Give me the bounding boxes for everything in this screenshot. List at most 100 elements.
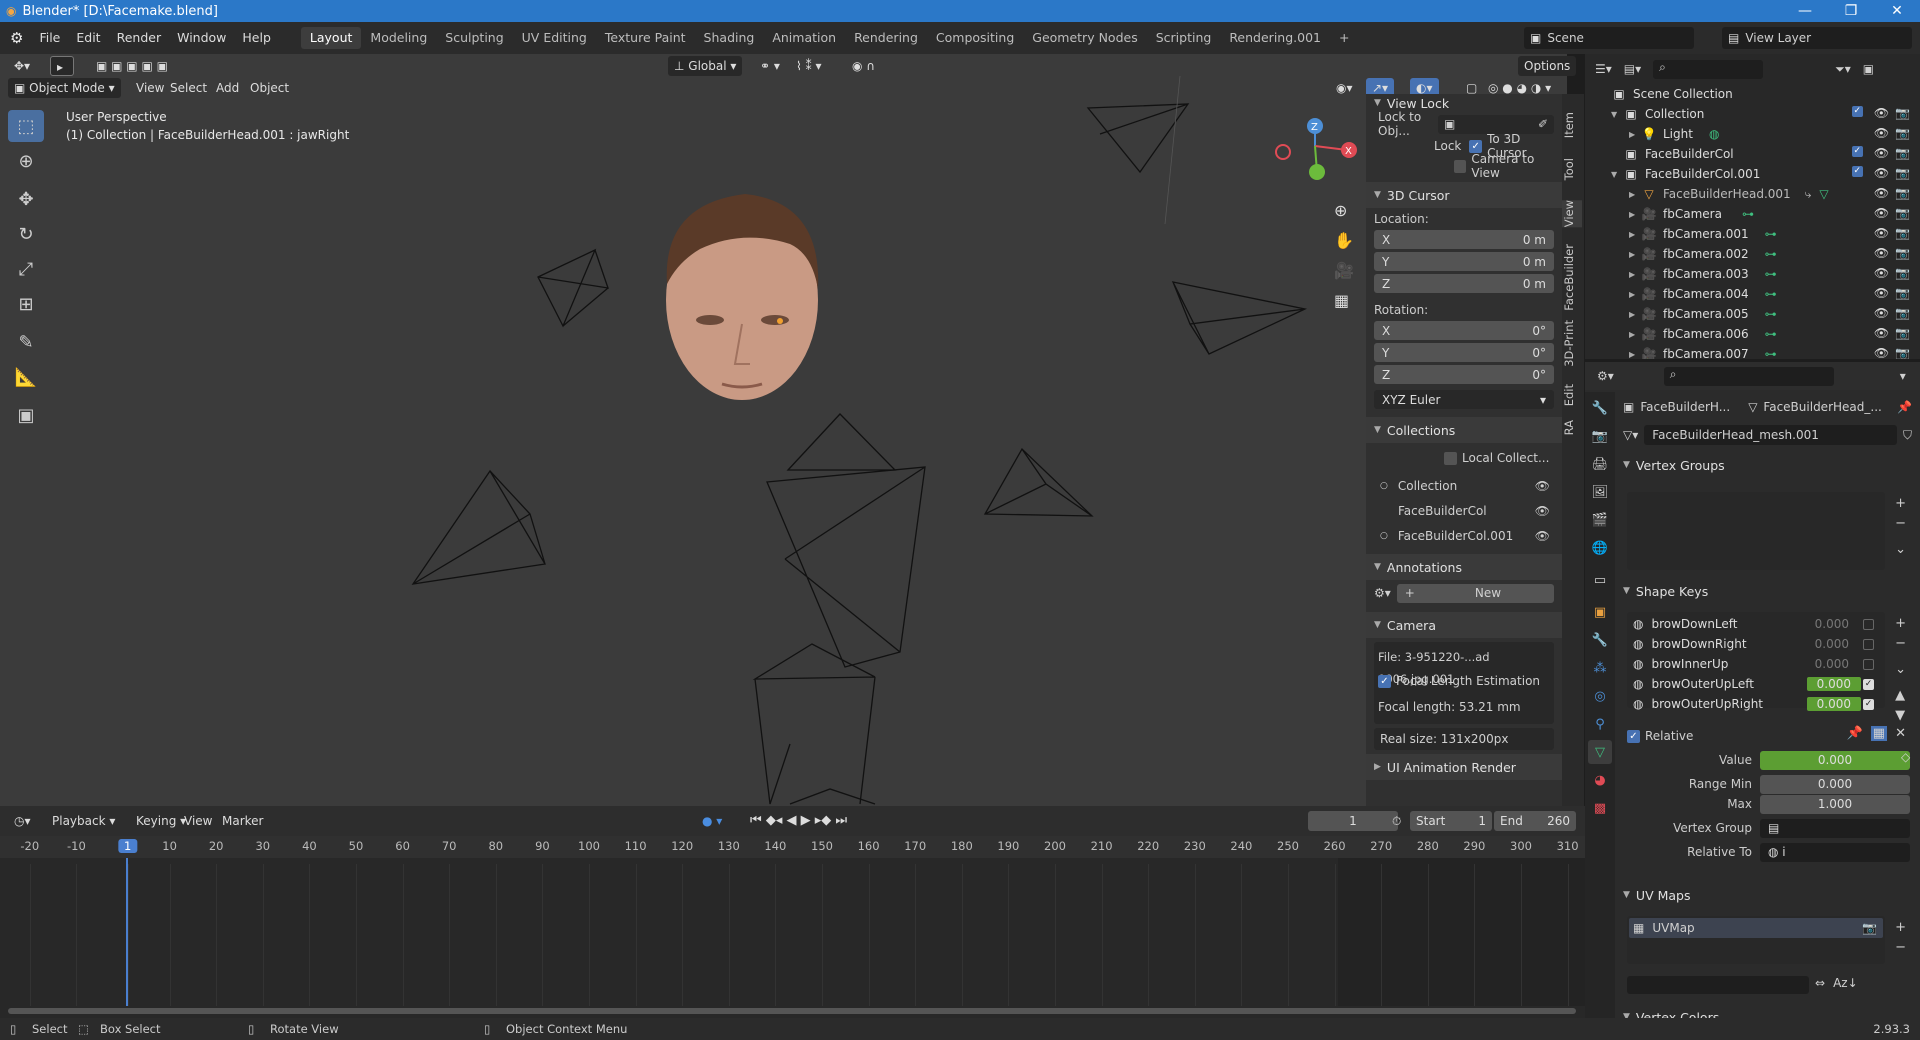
render-camera-icon[interactable]: 📷 (1895, 346, 1910, 359)
tab-3d-print[interactable]: 3D-Print (1562, 320, 1582, 367)
tab-view[interactable]: View (1562, 200, 1582, 228)
max-field[interactable]: 1.000 (1760, 794, 1910, 814)
eye-icon[interactable]: 👁 (1874, 326, 1889, 340)
constraints-tab-icon[interactable]: ⚲ (1588, 712, 1612, 736)
vertex-groups-list[interactable] (1627, 492, 1885, 570)
outliner-search-input[interactable]: ⌕ (1653, 59, 1764, 79)
tab-animation[interactable]: Animation (763, 27, 845, 49)
outliner-editor-type-icon[interactable]: ☰▾ (1595, 62, 1612, 76)
render-camera-icon[interactable]: 📷 (1895, 146, 1910, 160)
tab-scripting[interactable]: Scripting (1147, 27, 1221, 49)
tab-ra[interactable]: RA (1562, 420, 1582, 435)
menu-help[interactable]: Help (234, 27, 279, 49)
outliner-row-scene-collection[interactable]: ▣ Scene Collection (1585, 84, 1920, 104)
eye-icon[interactable]: 👁 (1874, 246, 1889, 260)
render-camera-icon[interactable]: 📷 (1895, 186, 1910, 200)
physics-tab-icon[interactable]: ◎ (1588, 684, 1612, 708)
vertex-group-field[interactable]: ▤ (1760, 818, 1910, 838)
shape-key-menu-icon[interactable]: ⌄ (1895, 660, 1906, 680)
remove-vertex-group-icon[interactable]: − (1895, 514, 1906, 534)
outliner-row-light[interactable]: ▶ 💡 Light ◍ 👁 📷 (1585, 124, 1920, 144)
shape-keys-list[interactable]: ◍ browDownLeft 0.000 ◍ browDownRight 0.000 ◍… (1627, 612, 1885, 711)
eye-icon[interactable]: 👁 (1874, 286, 1889, 300)
tab-layout[interactable]: Layout (300, 27, 362, 49)
scene-selector[interactable]: ▣ Scene (1524, 27, 1694, 49)
add-workspace-button[interactable]: + (1330, 27, 1358, 49)
render-camera-icon[interactable]: 📷 (1895, 126, 1910, 140)
move-tool-icon[interactable]: ✥ (8, 183, 44, 215)
swap-icon[interactable]: ⇔ (1815, 976, 1825, 990)
texture-tab-icon[interactable]: ▩ (1588, 796, 1612, 820)
timeline-editor-type-icon[interactable]: ◷▾ (8, 811, 37, 831)
pan-hand-icon[interactable]: ✋ (1334, 226, 1354, 256)
restore-button[interactable]: ❐ (1828, 0, 1874, 22)
tab-modeling[interactable]: Modeling (361, 27, 436, 49)
tab-texture-paint[interactable]: Texture Paint (596, 27, 695, 49)
current-frame-field[interactable]: 1 (1308, 811, 1398, 831)
shape-key-mute-checkbox[interactable]: ✓ (1863, 698, 1874, 710)
rotation-mode-dropdown[interactable]: XYZ Euler ▾ (1374, 390, 1554, 409)
active-render-camera-icon[interactable]: 📷 (1862, 921, 1877, 935)
eye-icon[interactable]: 👁 (1874, 206, 1889, 220)
marker-menu[interactable]: Marker (216, 811, 269, 831)
focal-estimation-checkbox[interactable]: ✓ (1378, 674, 1391, 688)
record-icon[interactable]: ● ▾ (696, 811, 728, 831)
outliner-row-collection[interactable]: ▼ ▣ Collection ✓ 👁 📷 (1585, 104, 1920, 124)
eye-icon[interactable]: 👁 (1535, 479, 1550, 493)
outliner-row-fbcamera-005[interactable]: ▶ 🎥 fbCamera.005 ⊶ 👁 📷 (1585, 304, 1920, 324)
vertex-colors-header[interactable]: ▼ Vertex Colors (1615, 1004, 1920, 1019)
exclude-checkbox[interactable]: ✓ (1851, 166, 1863, 177)
clear-shape-key-icon[interactable]: ✕ (1895, 726, 1906, 741)
3d-cursor-panel-header[interactable]: ▼ 3D Cursor (1366, 182, 1562, 208)
properties-search-input[interactable]: ⌕ (1663, 366, 1834, 386)
local-collections-checkbox[interactable] (1444, 451, 1457, 465)
cursor-loc-x[interactable]: X0 m (1374, 230, 1554, 249)
tab-geometry-nodes[interactable]: Geometry Nodes (1023, 27, 1146, 49)
mesh-name-field[interactable]: FaceBuilderHead_mesh.001 (1644, 425, 1897, 445)
playback-menu[interactable]: Playback ▾ (46, 811, 121, 831)
shape-key-value-slider[interactable]: 0.000 (1760, 750, 1910, 770)
object-tab-icon[interactable]: ▣ (1588, 600, 1612, 624)
zoom-icon[interactable]: ⊕ (1334, 196, 1354, 226)
annotate-tool-icon[interactable]: ✎ (8, 326, 44, 358)
vertex-group-menu-icon[interactable]: ⌄ (1895, 540, 1906, 560)
new-annotation-button[interactable]: + New (1396, 583, 1554, 603)
shape-key-mute-checkbox[interactable] (1863, 638, 1874, 650)
pin-icon[interactable]: 📌 (1897, 400, 1912, 414)
render-camera-icon[interactable]: 📷 (1895, 106, 1910, 120)
mesh-data-tab-icon[interactable]: ▽ (1588, 740, 1612, 764)
move-up-icon[interactable]: ▲ (1895, 686, 1906, 706)
shape-key-row[interactable]: ◍ browDownLeft 0.000 (1633, 614, 1879, 634)
outliner-row-fbcamera-002[interactable]: ▶ 🎥 fbCamera.002 ⊶ 👁 📷 (1585, 244, 1920, 264)
minimize-button[interactable]: — (1782, 0, 1828, 22)
collection-row[interactable]: FaceBuilderCol 👁 (1366, 498, 1562, 523)
render-camera-icon[interactable]: 📷 (1895, 266, 1910, 280)
shape-key-mute-checkbox[interactable] (1863, 658, 1874, 670)
range-min-field[interactable]: 0.000 (1760, 774, 1910, 794)
particles-tab-icon[interactable]: ⁂ (1588, 656, 1612, 680)
mesh-browse-icon[interactable]: ▽▾ (1623, 428, 1638, 442)
sort-alpha-icon[interactable]: Az↓ (1833, 976, 1858, 990)
menu-render[interactable]: Render (109, 27, 170, 49)
eye-icon[interactable]: 👁 (1874, 126, 1889, 140)
render-tab-icon[interactable]: 📷 (1588, 424, 1612, 448)
cursor-loc-z[interactable]: Z0 m (1374, 274, 1554, 293)
to-3d-cursor-checkbox[interactable]: ✓ (1469, 139, 1483, 153)
camera-to-view-checkbox[interactable] (1454, 159, 1467, 173)
shape-key-mute-checkbox[interactable] (1863, 618, 1874, 630)
rotate-tool-icon[interactable]: ↻ (8, 218, 44, 250)
shape-key-row[interactable]: ◍ browDownRight 0.000 (1633, 634, 1879, 654)
cursor-rot-y[interactable]: Y 0° (1374, 343, 1554, 362)
tab-shading[interactable]: Shading (695, 27, 764, 49)
tab-sculpting[interactable]: Sculpting (436, 27, 512, 49)
remove-uv-map-icon[interactable]: − (1895, 938, 1906, 958)
outliner-row-fbcamera-006[interactable]: ▶ 🎥 fbCamera.006 ⊶ 👁 📷 (1585, 324, 1920, 344)
shape-keys-header[interactable]: ▼ Shape Keys (1615, 578, 1920, 604)
new-collection-icon[interactable]: ▣ (1863, 62, 1874, 76)
select-box-tool-icon[interactable]: ⬚ (8, 110, 44, 142)
timeline-ruler[interactable]: -20 -10 1 10 20 30 40 50 60 70 80 90 100 110 120 130 140… (0, 836, 1585, 858)
add-shape-key-icon[interactable]: + (1895, 614, 1906, 634)
add-vertex-group-icon[interactable]: + (1895, 494, 1906, 514)
cursor-rot-z[interactable]: Z 0° (1374, 365, 1554, 384)
relative-to-field[interactable]: ◍ i (1760, 842, 1910, 862)
